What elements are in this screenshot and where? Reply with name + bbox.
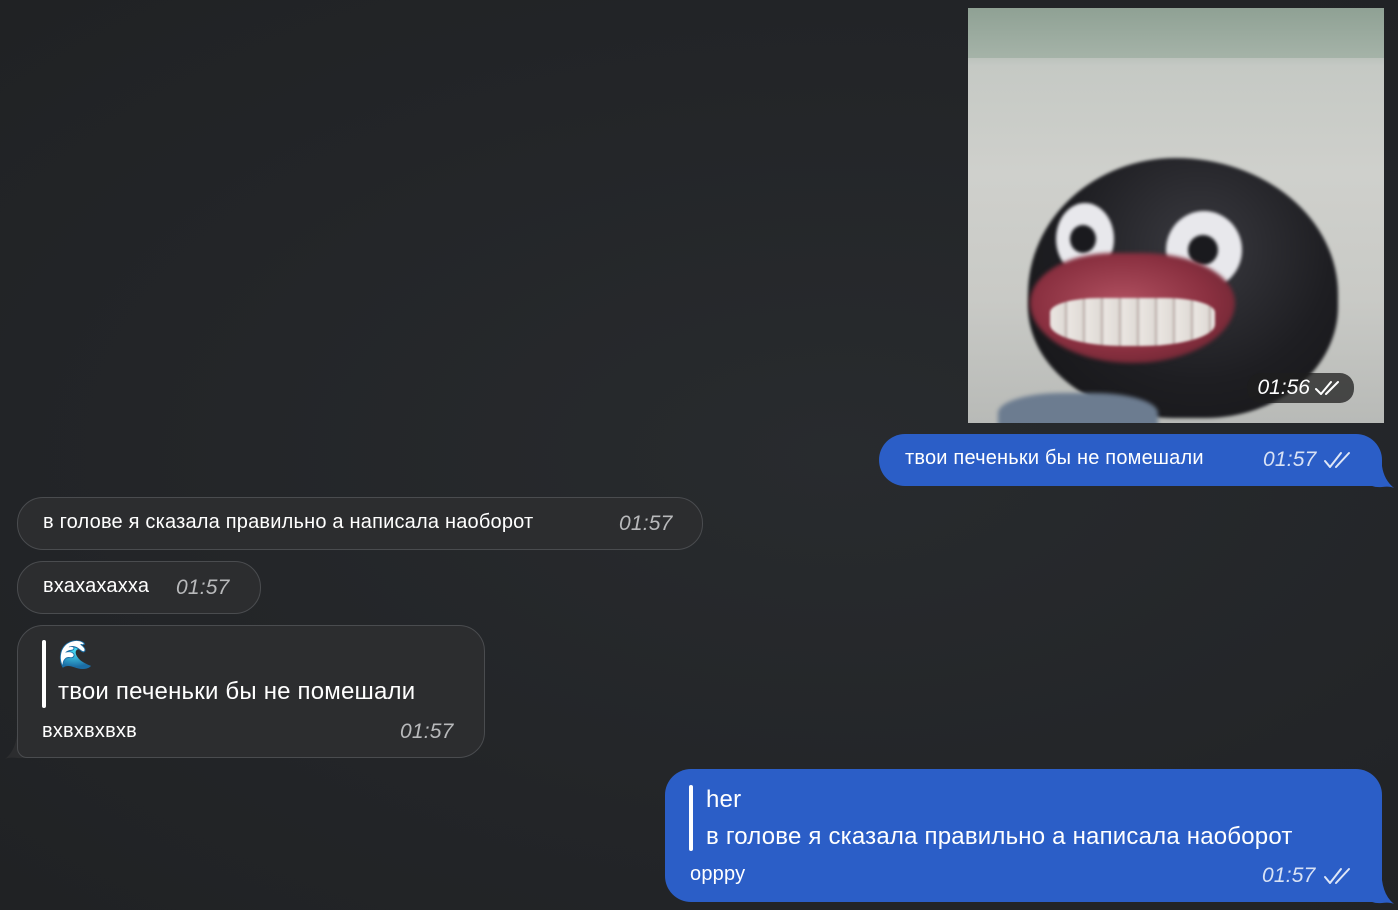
message-text: твои печеньки бы не помешали (905, 447, 1204, 469)
message-bubble-incoming-reply[interactable]: 🌊 твои печеньки бы не помешали вхвхвхвхв… (17, 625, 485, 758)
message-time: 01:57 (619, 512, 673, 535)
double-check-icon (1324, 452, 1350, 468)
photo-message[interactable]: 01:56 (968, 8, 1384, 423)
reply-quote-bar (689, 785, 693, 851)
photo-background (968, 8, 1384, 58)
message-time: 01:57 (176, 576, 230, 599)
message-time: 01:57 (1263, 448, 1317, 471)
double-check-icon (1324, 868, 1350, 884)
reply-emoji: 🌊 (58, 639, 94, 670)
reply-author: her (706, 786, 742, 813)
photo-shoulder (998, 393, 1158, 423)
message-text: вхвхвхвхв (42, 720, 137, 742)
message-text: в голове я сказала правильно а написала … (43, 511, 534, 533)
reply-quoted-text[interactable]: твои печеньки бы не помешали (58, 678, 415, 706)
photo-time: 01:56 (1257, 376, 1310, 399)
double-check-icon (1315, 381, 1339, 395)
reply-quote-bar (42, 640, 46, 708)
chat-area: 01:56 твои печеньки бы не помешали 01:57… (0, 0, 1398, 910)
message-text: оррру (690, 863, 746, 885)
message-bubble-outgoing[interactable]: твои печеньки бы не помешали 01:57 (879, 434, 1382, 486)
message-bubble-outgoing-reply[interactable]: her в голове я сказала правильно а напис… (665, 769, 1382, 902)
message-time: 01:57 (1262, 864, 1316, 887)
reply-quoted-text[interactable]: в голове я сказала правильно а написала … (706, 823, 1293, 851)
photo-timestamp: 01:56 (1247, 373, 1354, 403)
message-bubble-incoming[interactable]: вхахахахха 01:57 (17, 561, 261, 614)
message-text: вхахахахха (43, 575, 150, 597)
photo-teeth (1050, 298, 1215, 346)
message-time: 01:57 (400, 720, 454, 743)
message-bubble-incoming[interactable]: в голове я сказала правильно а написала … (17, 497, 703, 550)
